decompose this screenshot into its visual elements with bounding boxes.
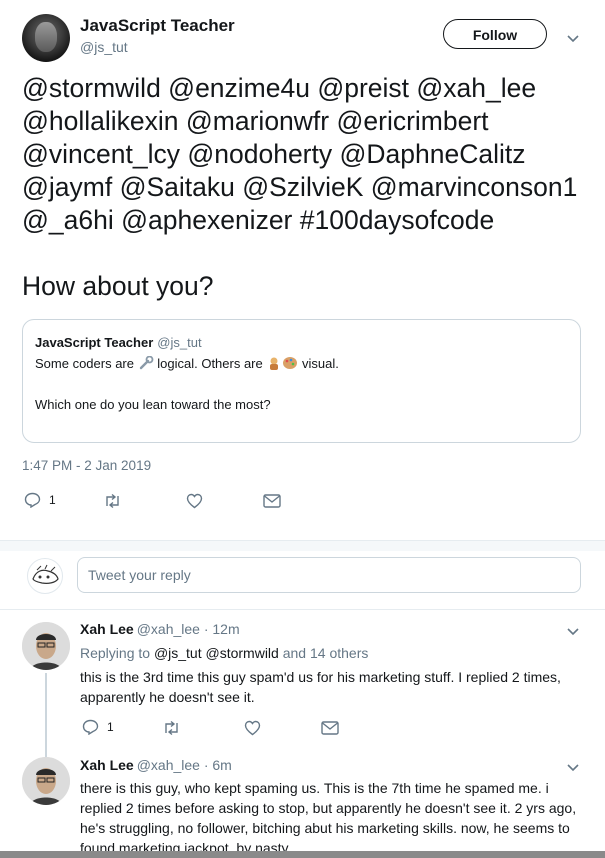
reply-author[interactable]: Xah Lee @xah_lee · 12m: [80, 621, 240, 637]
author-handle[interactable]: @js_tut: [80, 39, 128, 55]
replying-to-handles[interactable]: @js_tut @stormwild: [154, 645, 279, 661]
like-icon[interactable]: [244, 720, 261, 736]
reply-action[interactable]: 1: [82, 719, 114, 735]
divider: [0, 609, 605, 610]
tweet-text: @stormwild @enzime4u @preist @xah_lee @h…: [22, 72, 592, 303]
tweet-text-line[interactable]: @_a6hi @aphexenizer #100daysofcode: [22, 204, 592, 237]
replying-to-label: Replying to: [80, 645, 151, 661]
quoted-text-line: Some coders are logical. Others are visu…: [35, 356, 339, 371]
tweet-text-line[interactable]: @stormwild @enzime4u @preist @xah_lee: [22, 72, 592, 105]
quoted-tweet[interactable]: JavaScript Teacher @js_tut Some coders ar…: [22, 319, 581, 443]
chevron-down-icon[interactable]: [566, 31, 580, 45]
current-user-avatar: [27, 558, 63, 594]
tweet-text-line[interactable]: @vincent_lcy @nodoherty @DaphneCalitz: [22, 138, 592, 171]
reply-meta[interactable]: @xah_lee · 12m: [137, 621, 240, 637]
quoted-text-part: Some coders are: [35, 356, 134, 371]
horizontal-scrollbar[interactable]: [0, 851, 605, 858]
reply-author-name[interactable]: Xah Lee: [80, 621, 134, 637]
tweet-text-line[interactable]: @hollalikexin @marionwfr @ericrimbert: [22, 105, 592, 138]
reply-meta[interactable]: @xah_lee · 6m: [137, 757, 232, 773]
message-icon[interactable]: [263, 494, 281, 508]
reply-avatar[interactable]: [22, 622, 70, 670]
follow-button[interactable]: Follow: [443, 19, 547, 49]
reply-icon: [24, 492, 41, 508]
artist-icon: [270, 357, 279, 370]
replying-to-others[interactable]: 14 others: [310, 645, 368, 661]
thread-connector: [45, 673, 47, 759]
reply-input[interactable]: Tweet your reply: [77, 557, 581, 593]
reply-icon: [82, 719, 99, 735]
chevron-down-icon[interactable]: [566, 760, 580, 774]
reply-box-background: [0, 541, 605, 551]
retweet-icon[interactable]: [103, 493, 122, 509]
quoted-text-part: logical. Others are: [157, 356, 263, 371]
reply-text: there is this guy, who kept spaming us. …: [80, 780, 577, 851]
quoted-text-line: Which one do you lean toward the most?: [35, 397, 271, 412]
quoted-author-name: JavaScript Teacher: [35, 335, 154, 350]
reply-author[interactable]: Xah Lee @xah_lee · 6m: [80, 757, 232, 773]
quoted-author: JavaScript Teacher @js_tut: [35, 335, 202, 350]
replying-to: Replying to @js_tut @stormwild and 14 ot…: [80, 643, 580, 663]
author-name[interactable]: JavaScript Teacher: [80, 16, 235, 36]
reply-author-name[interactable]: Xah Lee: [80, 757, 134, 773]
reply-avatar[interactable]: [22, 757, 70, 805]
palette-icon: [283, 357, 298, 369]
tweet-text-line[interactable]: @jaymf @Saitaku @SzilvieK @marvinconson1: [22, 171, 592, 204]
message-icon[interactable]: [321, 721, 339, 735]
like-icon[interactable]: [186, 493, 203, 509]
quoted-text-part: visual.: [302, 356, 339, 371]
wrench-icon: [139, 356, 154, 370]
reply-action[interactable]: 1: [24, 492, 56, 508]
reply-text: this is the 3rd time this guy spam'd us …: [80, 669, 561, 705]
reply-count: 1: [49, 493, 56, 507]
retweet-icon[interactable]: [162, 720, 181, 736]
quoted-author-handle: @js_tut: [157, 335, 202, 350]
author-avatar[interactable]: [22, 14, 70, 62]
tweet-text-line: How about you?: [22, 271, 214, 301]
replying-to-and: and: [282, 645, 307, 661]
tweet-timestamp[interactable]: 1:47 PM - 2 Jan 2019: [22, 458, 151, 473]
reply-count: 1: [107, 720, 114, 734]
chevron-down-icon[interactable]: [566, 624, 580, 638]
